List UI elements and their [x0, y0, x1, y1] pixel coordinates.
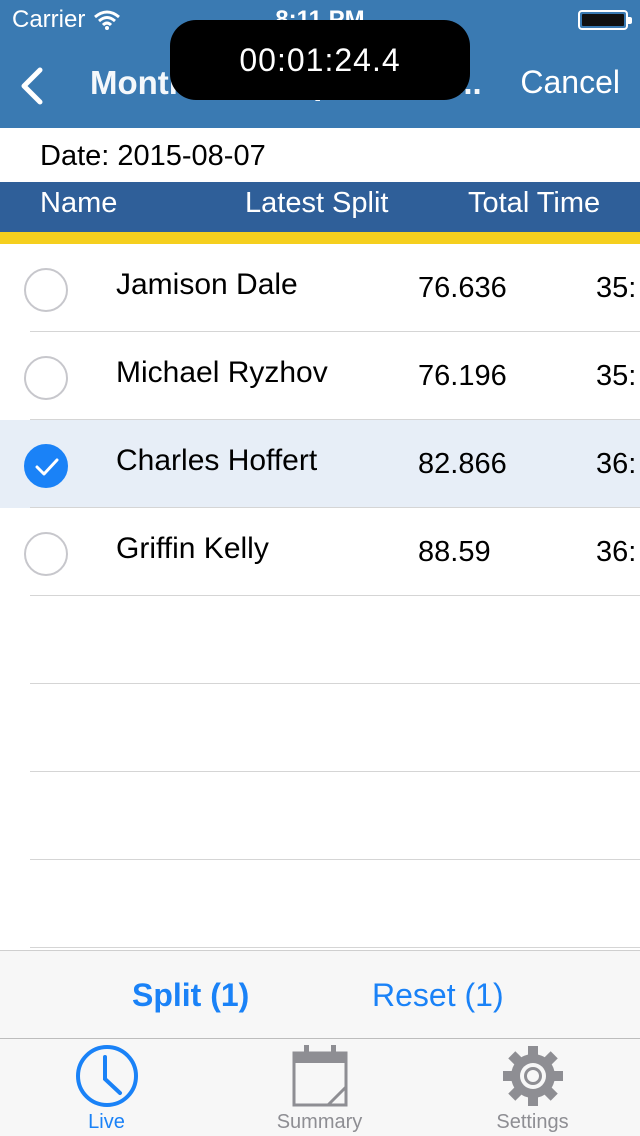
reset-button[interactable]: Reset (1): [372, 977, 504, 1014]
total-time: 36:: [596, 536, 637, 568]
athlete-list: Jamison Dale 76.636 35: Michael Ryzhov 7…: [0, 244, 640, 948]
select-radio[interactable]: [24, 268, 68, 312]
athlete-row[interactable]: Jamison Dale 76.636 35:: [0, 244, 640, 332]
gear-icon: [502, 1046, 563, 1106]
athlete-name: Michael Ryzhov: [116, 356, 328, 389]
athlete-name: Charles Hoffert: [116, 444, 318, 477]
tab-live[interactable]: Live: [0, 1039, 213, 1136]
latest-split: 76.196: [418, 360, 507, 392]
column-header: Name Latest Split Total Time: [0, 182, 640, 232]
header-accent-stripe: [0, 232, 640, 244]
athlete-name: Griffin Kelly: [116, 532, 269, 565]
column-latest-split-header: Latest Split: [245, 187, 389, 219]
latest-split: 88.59: [418, 536, 491, 568]
tab-label: Live: [88, 1111, 125, 1133]
empty-row: [0, 772, 640, 860]
latest-split: 76.636: [418, 272, 507, 304]
athlete-name: Jamison Dale: [116, 268, 298, 301]
tab-settings[interactable]: Settings: [426, 1039, 639, 1136]
total-time: 35:: [596, 360, 637, 392]
total-time: 35:: [596, 272, 637, 304]
checkmark-icon[interactable]: [24, 444, 68, 488]
cancel-button[interactable]: Cancel: [520, 64, 620, 101]
select-radio[interactable]: [24, 532, 68, 576]
race-date: Date: 2015-08-07: [40, 140, 266, 172]
tab-summary[interactable]: Summary: [213, 1039, 426, 1136]
action-bar: Split (1) Reset (1): [0, 950, 640, 1038]
elapsed-timer: 00:01:24.4: [170, 20, 470, 100]
select-radio[interactable]: [24, 356, 68, 400]
athlete-row[interactable]: Griffin Kelly 88.59 36:: [0, 508, 640, 596]
clock-icon: [75, 1045, 138, 1107]
back-chevron-icon[interactable]: [14, 64, 50, 108]
battery-icon: [578, 10, 632, 30]
tab-bar: Live Summary Settings: [0, 1038, 640, 1136]
split-button[interactable]: Split (1): [132, 977, 249, 1014]
empty-row: [0, 860, 640, 948]
column-name-header: Name: [40, 187, 118, 219]
calendar-icon: [292, 1045, 347, 1107]
athlete-row[interactable]: Michael Ryzhov 76.196 35:: [0, 332, 640, 420]
total-time: 36:: [596, 448, 637, 480]
latest-split: 82.866: [418, 448, 507, 480]
empty-row: [0, 596, 640, 684]
empty-row: [0, 684, 640, 772]
column-total-time-header: Total Time: [468, 187, 601, 219]
athlete-row-selected[interactable]: Charles Hoffert 82.866 36:: [0, 420, 640, 508]
tab-label: Summary: [276, 1111, 363, 1133]
tab-label: Settings: [496, 1111, 569, 1133]
